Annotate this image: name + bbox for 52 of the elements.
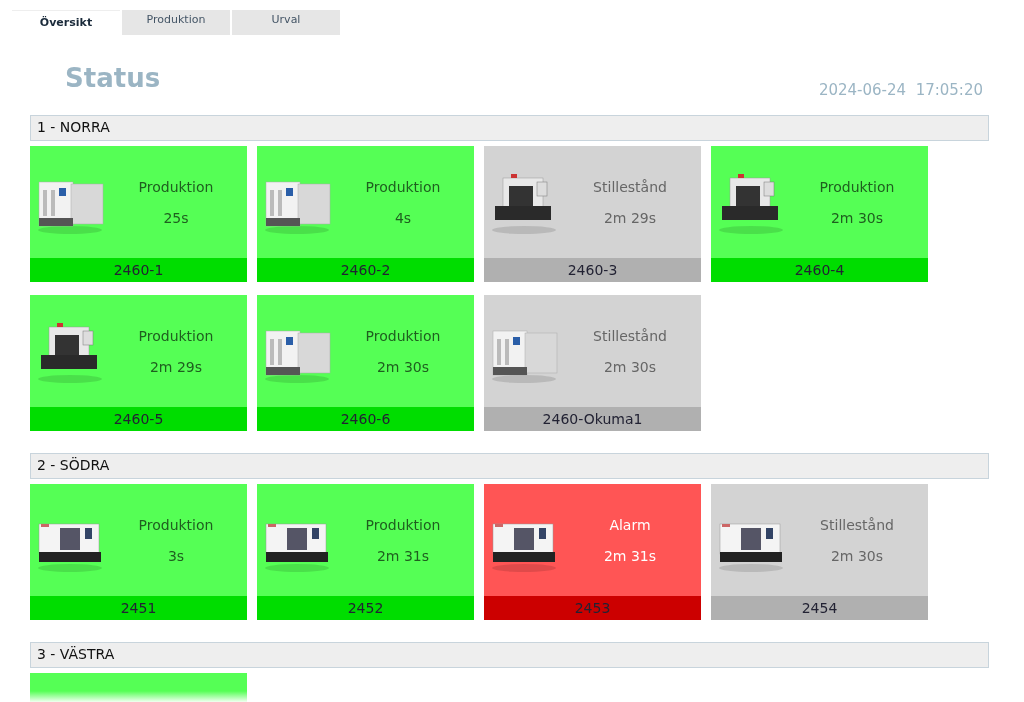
tab[interactable]: Produktion: [122, 10, 230, 35]
state-duration: 4s: [394, 209, 412, 226]
machine-tile[interactable]: Stillestånd 2m 30s: [711, 484, 928, 596]
machine-state: Stillestånd: [820, 516, 894, 533]
machine-state: Alarm: [609, 516, 651, 533]
machine-tile[interactable]: Produktion 2m 30s: [257, 295, 474, 407]
machine-state: Produktion: [365, 327, 441, 344]
machine-id: 2460-2: [257, 258, 474, 282]
machine-state: Produktion: [819, 178, 895, 195]
machine-tile[interactable]: Produktion 2m 30s: [711, 146, 928, 258]
state-duration: 3s: [167, 547, 185, 564]
group-header: 2 - SÖDRA: [30, 453, 989, 479]
tab[interactable]: Urval: [232, 10, 340, 35]
state-duration: 2m 30s: [376, 358, 430, 375]
machine-tile[interactable]: Produktion 25s: [30, 146, 247, 258]
state-duration: 2m 29s: [149, 358, 203, 375]
machine-state: Produktion: [138, 178, 214, 195]
machine-id: 2460-1: [30, 258, 247, 282]
machine-tile[interactable]: Produktion 2m 31s: [257, 484, 474, 596]
machine-state: Produktion: [138, 516, 214, 533]
machine-id: 2452: [257, 596, 474, 620]
state-duration: 2m 29s: [603, 209, 657, 226]
machine-tile[interactable]: Stillestånd 2m 30s: [484, 295, 701, 407]
group-header: 3 - VÄSTRA: [30, 642, 989, 668]
page-title: Status: [65, 63, 161, 93]
machine-id: 2460-4: [711, 258, 928, 282]
machine-state: Produktion: [138, 327, 214, 344]
machine-tile[interactable]: [30, 673, 247, 702]
date-time: 2024-06-24 17:05:20: [818, 81, 983, 99]
machine-id: 2460-5: [30, 407, 247, 431]
state-duration: 2m 30s: [603, 358, 657, 375]
machine-state: Stillestånd: [593, 178, 667, 195]
machine-tile[interactable]: Produktion 2m 29s: [30, 295, 247, 407]
state-duration: 2m 31s: [376, 547, 430, 564]
machine-id: 2460-Okuma1: [484, 407, 701, 431]
machine-id: 2453: [484, 596, 701, 620]
state-duration: 2m 30s: [830, 547, 884, 564]
state-duration: 25s: [163, 209, 189, 226]
machine-id: 2460-6: [257, 407, 474, 431]
machine-tile[interactable]: Produktion 4s: [257, 146, 474, 258]
machine-tile[interactable]: Produktion 3s: [30, 484, 247, 596]
machine-state: Produktion: [365, 178, 441, 195]
machine-id: 2460-3: [484, 258, 701, 282]
machine-tile[interactable]: Alarm 2m 31s: [484, 484, 701, 596]
machine-state: Stillestånd: [593, 327, 667, 344]
state-duration: 2m 30s: [830, 209, 884, 226]
machine-id: 2454: [711, 596, 928, 620]
group-header: 1 - NORRA: [30, 115, 989, 141]
machine-tile[interactable]: Stillestånd 2m 29s: [484, 146, 701, 258]
machine-id: 2451: [30, 596, 247, 620]
state-duration: 2m 31s: [603, 547, 657, 564]
machine-state: Produktion: [365, 516, 441, 533]
